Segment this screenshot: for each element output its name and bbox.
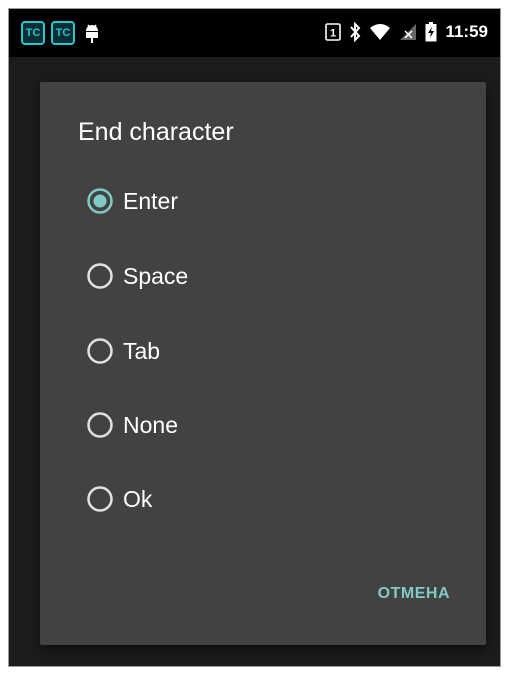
option-label: Ok	[123, 485, 153, 512]
dialog-title: End character	[78, 118, 234, 146]
tc-app-icon: TC	[51, 21, 75, 45]
android-debug-icon	[81, 21, 103, 45]
radio-option-ok[interactable]: Ok	[85, 479, 152, 519]
option-label: Enter	[123, 187, 178, 214]
device-screen: TC TC 1 11:59 End character Enter Space …	[8, 8, 501, 667]
option-label: None	[123, 411, 178, 438]
radio-unselected-icon[interactable]	[85, 484, 115, 514]
status-bar: TC TC 1 11:59	[9, 9, 500, 57]
cancel-button[interactable]: ОТМЕНА	[378, 585, 450, 603]
wifi-icon	[369, 21, 391, 43]
tc-app-icon: TC	[21, 21, 45, 45]
bluetooth-icon	[349, 21, 361, 43]
sim-card-icon: 1	[325, 21, 342, 43]
radio-option-space[interactable]: Space	[85, 256, 188, 296]
radio-unselected-icon[interactable]	[85, 336, 115, 366]
battery-charging-icon	[425, 21, 437, 43]
radio-option-tab[interactable]: Tab	[85, 331, 160, 371]
radio-selected-icon[interactable]	[85, 186, 115, 216]
svg-text:1: 1	[330, 28, 336, 40]
radio-option-none[interactable]: None	[85, 405, 178, 445]
radio-unselected-icon[interactable]	[85, 410, 115, 440]
clock: 11:59	[445, 22, 488, 41]
radio-unselected-icon[interactable]	[85, 261, 115, 291]
no-signal-icon	[399, 21, 417, 43]
radio-option-enter[interactable]: Enter	[85, 181, 178, 221]
end-character-dialog: End character Enter Space Tab None Ok ОТ…	[40, 82, 486, 645]
option-label: Space	[123, 262, 189, 289]
option-label: Tab	[123, 337, 161, 364]
